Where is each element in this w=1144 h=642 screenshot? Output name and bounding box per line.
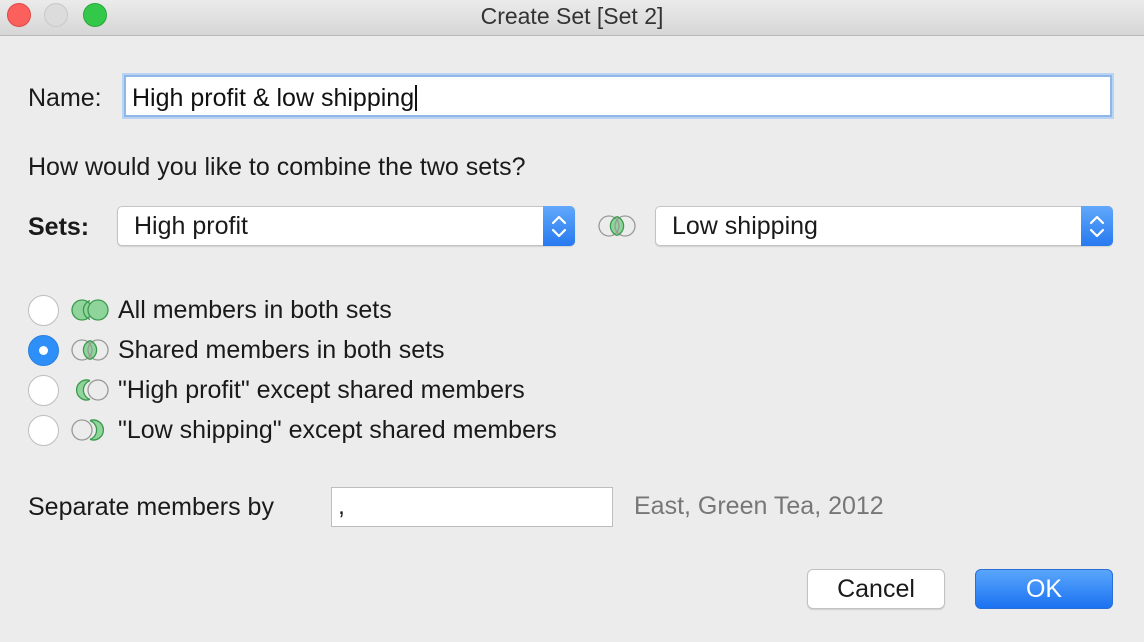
option-all-radio[interactable] bbox=[28, 295, 59, 326]
separator-label: Separate members by bbox=[28, 493, 274, 521]
chevron-updown-icon bbox=[551, 215, 567, 238]
right-set-stepper[interactable] bbox=[1081, 206, 1113, 246]
venn-shared-icon bbox=[598, 215, 636, 237]
option-all-label[interactable]: All members in both sets bbox=[118, 296, 392, 325]
venn-left-icon bbox=[76, 379, 109, 401]
window-title: Create Set [Set 2] bbox=[480, 3, 664, 29]
name-label: Name: bbox=[28, 84, 102, 112]
radio-selected-dot bbox=[39, 346, 48, 355]
combine-question: How would you like to combine the two se… bbox=[28, 153, 526, 181]
option-right-except-label[interactable]: "Low shipping" except shared members bbox=[118, 416, 557, 445]
name-input-value: High profit & low shipping bbox=[132, 84, 415, 112]
cancel-button[interactable]: Cancel bbox=[807, 569, 945, 609]
right-set-select[interactable]: Low shipping bbox=[655, 206, 1113, 246]
chevron-updown-icon bbox=[1089, 215, 1105, 238]
option-shared-label[interactable]: Shared members in both sets bbox=[118, 336, 445, 365]
left-set-stepper[interactable] bbox=[543, 206, 575, 246]
option-left-except-label[interactable]: "High profit" except shared members bbox=[118, 376, 525, 405]
left-set-value: High profit bbox=[134, 212, 248, 240]
option-right-except-radio[interactable] bbox=[28, 415, 59, 446]
left-set-select[interactable]: High profit bbox=[117, 206, 575, 246]
separator-example: East, Green Tea, 2012 bbox=[634, 492, 884, 520]
option-shared-radio[interactable] bbox=[28, 335, 59, 366]
venn-shared-icon bbox=[71, 339, 109, 361]
venn-all-icon bbox=[71, 299, 109, 321]
venn-right-icon bbox=[71, 419, 104, 441]
title-bar: Create Set [Set 2] bbox=[0, 0, 1144, 36]
sets-label: Sets: bbox=[28, 213, 90, 241]
text-caret bbox=[415, 85, 418, 111]
right-set-value: Low shipping bbox=[672, 212, 818, 240]
separator-input[interactable]: , bbox=[331, 487, 613, 527]
option-left-except-radio[interactable] bbox=[28, 375, 59, 406]
ok-button[interactable]: OK bbox=[975, 569, 1113, 609]
name-input[interactable]: High profit & low shipping bbox=[124, 75, 1112, 117]
